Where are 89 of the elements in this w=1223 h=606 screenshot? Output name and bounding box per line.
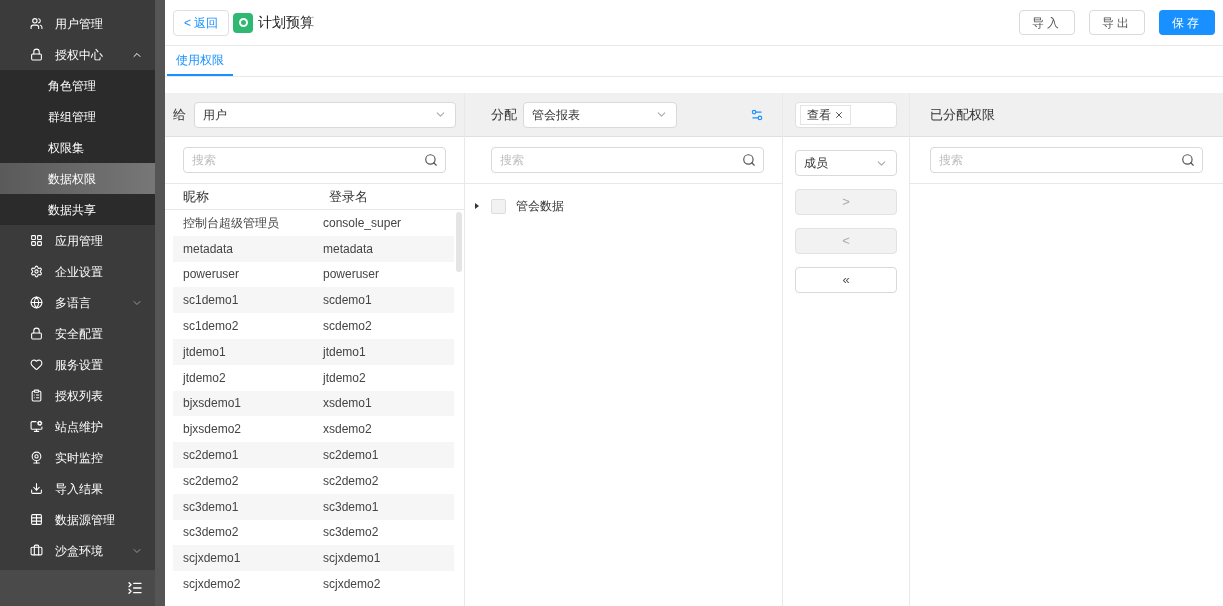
search-icon — [424, 153, 438, 167]
table-cell-text: poweruser — [183, 266, 241, 284]
table-cell-text: poweruser — [323, 266, 380, 284]
sidebar-item[interactable]: 导入结果 — [0, 473, 155, 504]
table-cell-text: jtdemo1 — [183, 343, 227, 361]
search-field[interactable]: 搜索 — [183, 147, 446, 173]
sidebar-item[interactable]: 服务设置 — [0, 349, 155, 380]
sidebar-subitem[interactable]: 权限集 — [0, 132, 155, 163]
table-cell-text: scdemo1 — [323, 292, 372, 310]
toolbar-button[interactable]: 导入 — [1019, 10, 1075, 35]
table-cell-text: scjxdemo2 — [323, 576, 381, 594]
sidebar-item[interactable]: 站点维护 — [0, 411, 155, 442]
table-cell-text: sc3demo2 — [323, 524, 379, 542]
table-cell-text: bjxsdemo2 — [183, 421, 243, 439]
collapse-menu-icon[interactable] — [127, 580, 143, 596]
search-field[interactable]: 搜索 — [930, 147, 1203, 173]
select-field[interactable]: 用户 — [194, 101, 456, 128]
menu-icon — [30, 48, 43, 61]
app-icon — [233, 12, 254, 33]
table-cell-text: metadata — [183, 240, 235, 258]
menu-icon — [30, 389, 43, 402]
sidebar-item[interactable]: 实时监控 — [0, 442, 155, 473]
table-cell-text: sc2demo2 — [183, 472, 240, 490]
column-header: 登录名 — [329, 187, 368, 206]
sidebar-item[interactable]: 数据源管理 — [0, 504, 155, 535]
sidebar-item[interactable]: 用户管理 — [0, 8, 155, 39]
sidebar-subitem[interactable]: 数据共享 — [0, 194, 155, 225]
page-title: 计划预算 — [258, 13, 315, 32]
table-cell-text: scjxdemo1 — [323, 550, 381, 568]
menu-icon — [30, 358, 43, 371]
toolbar-button[interactable]: 导出 — [1089, 10, 1145, 35]
table-cell-text: scdemo2 — [323, 318, 372, 336]
table-cell-text: sc3demo1 — [183, 498, 240, 516]
panel-label: 给 — [173, 105, 186, 124]
sidebar-subitem[interactable]: 数据权限 — [0, 163, 155, 194]
menu-icon — [30, 327, 43, 340]
search-icon — [1181, 153, 1195, 167]
menu-icon — [30, 296, 43, 309]
tag[interactable]: 查看 — [800, 104, 851, 125]
sidebar-item[interactable]: 企业设置 — [0, 256, 155, 287]
checkbox[interactable] — [491, 198, 506, 214]
settings-icon[interactable] — [750, 107, 764, 122]
sidebar-item[interactable]: 安全配置 — [0, 318, 155, 349]
table-cell-text: sc2demo2 — [323, 472, 379, 490]
menu-icon — [30, 265, 43, 278]
transfer-button[interactable]: « — [795, 267, 897, 293]
table-cell-text: xsdemo1 — [323, 395, 372, 413]
menu-icon — [30, 513, 43, 526]
search-icon — [742, 153, 756, 167]
sidebar-item[interactable]: 沙盒环境 — [0, 535, 155, 566]
close-icon[interactable] — [834, 109, 844, 120]
sidebar-item[interactable]: 授权列表 — [0, 380, 155, 411]
table-cell-text: 控制台超级管理员 — [183, 214, 280, 232]
expand-arrow-icon[interactable] — [475, 203, 479, 209]
table-cell-text: sc2demo1 — [183, 447, 240, 465]
table-cell-text: jtdemo2 — [323, 369, 366, 387]
column-header: 昵称 — [183, 187, 210, 206]
table-cell-text: sc3demo2 — [183, 524, 240, 542]
sidebar-item[interactable]: 应用管理 — [0, 225, 155, 256]
sidebar-item[interactable]: 授权中心 — [0, 39, 155, 70]
menu-icon — [30, 544, 43, 557]
sidebar-item[interactable]: 多语言 — [0, 287, 155, 318]
table-cell-text: scjxdemo2 — [183, 576, 242, 594]
search-field[interactable]: 搜索 — [491, 147, 764, 173]
table-cell-text: console_super — [323, 214, 402, 232]
tag-field[interactable]: 查看 — [795, 101, 897, 128]
table-cell-text: scjxdemo1 — [183, 550, 242, 568]
menu-icon — [30, 420, 43, 433]
tree-node-label[interactable]: 管会数据 — [516, 197, 564, 215]
sidebar-subitem[interactable]: 群组管理 — [0, 101, 155, 132]
scrollbar[interactable] — [456, 212, 462, 272]
table-cell-text: sc1demo1 — [183, 292, 240, 310]
panel-title: 已分配权限 — [930, 105, 995, 124]
table-cell-text: bjxsdemo1 — [183, 395, 243, 413]
table-cell-text: metadata — [323, 240, 374, 258]
table-cell-text: sc2demo1 — [323, 447, 379, 465]
menu-icon — [30, 234, 43, 247]
table-cell-text: xsdemo2 — [323, 421, 372, 439]
panel-label: 分配 — [491, 105, 517, 124]
sidebar-subitem[interactable]: 角色管理 — [0, 70, 155, 101]
table-cell-text: jtdemo2 — [183, 369, 227, 387]
menu-icon — [30, 17, 43, 30]
menu-icon — [30, 482, 43, 495]
table-cell-text: sc3demo1 — [323, 498, 379, 516]
table-cell-text: jtdemo1 — [323, 343, 366, 361]
table-cell-text: sc1demo2 — [183, 318, 240, 336]
select-field[interactable]: 成员 — [795, 150, 897, 176]
menu-icon — [30, 451, 43, 464]
select-field[interactable]: 管会报表 — [523, 101, 677, 128]
